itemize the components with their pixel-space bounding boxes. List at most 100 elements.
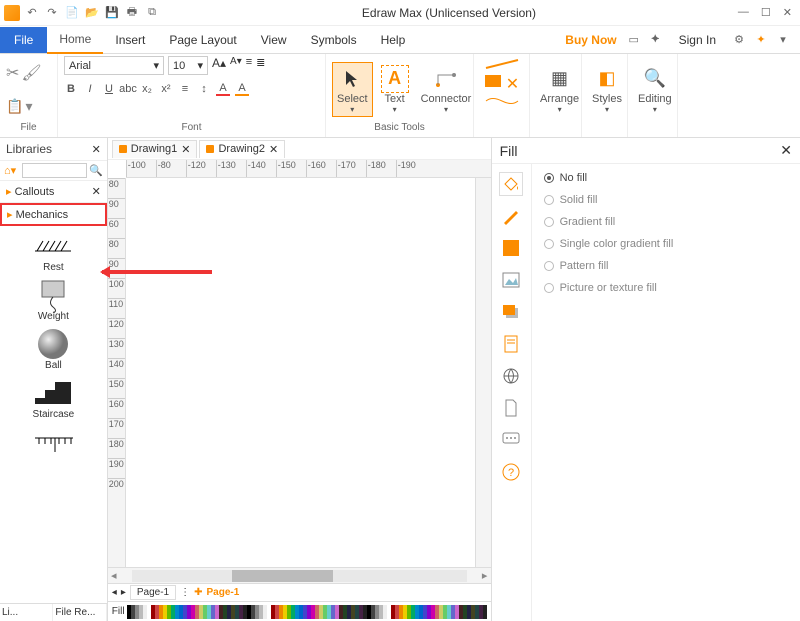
- fill-bucket-icon[interactable]: [499, 172, 523, 196]
- fill-option-gradient-fill[interactable]: Gradient fill: [544, 216, 788, 228]
- font-selector[interactable]: Arial▾: [64, 56, 164, 75]
- solid-square-icon[interactable]: [499, 236, 523, 260]
- shape-rest[interactable]: Rest: [33, 232, 73, 273]
- more-shapes-icon[interactable]: ✕: [506, 74, 519, 94]
- arrange-button[interactable]: ▦Arrange▾: [536, 63, 583, 116]
- bottom-tab-libraries[interactable]: Li...: [0, 604, 53, 621]
- help-icon[interactable]: ?: [499, 460, 523, 484]
- preview-icon[interactable]: ⧉: [144, 5, 160, 21]
- globe-icon[interactable]: [499, 364, 523, 388]
- maximize-icon[interactable]: ☐: [761, 6, 771, 19]
- menu-home[interactable]: Home: [47, 26, 103, 54]
- app-icon[interactable]: ✦: [752, 31, 770, 49]
- category-close-icon[interactable]: ✕: [92, 185, 101, 198]
- card-icon[interactable]: ▭: [625, 31, 643, 49]
- page-name-label: Page-1: [207, 587, 240, 598]
- shape-staircase[interactable]: Staircase: [33, 379, 75, 420]
- minimize-icon[interactable]: —: [738, 6, 749, 19]
- page-icon[interactable]: [499, 396, 523, 420]
- grow-font-icon[interactable]: A▴: [212, 56, 226, 75]
- editing-button[interactable]: 🔍Editing▾: [634, 63, 676, 116]
- copy-icon[interactable]: 📋: [6, 98, 23, 115]
- fill-option-single-color-gradient-fill[interactable]: Single color gradient fill: [544, 238, 788, 250]
- library-search-input[interactable]: [22, 163, 87, 178]
- tab-close-icon[interactable]: ✕: [269, 143, 278, 156]
- vertical-scrollbar[interactable]: [475, 178, 491, 567]
- page-nav-next-icon[interactable]: ▸: [121, 587, 126, 598]
- page-tab[interactable]: Page-1: [130, 585, 176, 600]
- menu-symbols[interactable]: Symbols: [299, 27, 369, 53]
- menu-insert[interactable]: Insert: [103, 27, 157, 53]
- connector-tool-button[interactable]: Connector▾: [417, 63, 476, 116]
- brace-shape-icon[interactable]: [482, 96, 522, 106]
- file-menu[interactable]: File: [0, 27, 47, 53]
- fill-option-no-fill[interactable]: No fill: [544, 172, 788, 184]
- fill-option-solid-fill[interactable]: Solid fill: [544, 194, 788, 206]
- line-shape-icon[interactable]: [482, 56, 522, 72]
- underline-icon[interactable]: U: [102, 82, 116, 96]
- add-page-icon[interactable]: ✚: [194, 587, 202, 598]
- bold-icon[interactable]: B: [64, 82, 78, 96]
- buy-now-link[interactable]: Buy Now: [559, 29, 622, 51]
- print-icon[interactable]: 🖶: [124, 5, 140, 21]
- doc-tab-drawing2[interactable]: Drawing2✕: [199, 140, 285, 158]
- subscript-icon[interactable]: x₂: [140, 82, 154, 96]
- menu-help[interactable]: Help: [369, 27, 418, 53]
- menu-view[interactable]: View: [249, 27, 299, 53]
- close-icon[interactable]: ✕: [783, 6, 792, 19]
- pen-icon[interactable]: [499, 204, 523, 228]
- fill-option-picture-or-texture-fill[interactable]: Picture or texture fill: [544, 282, 788, 294]
- rect-shape-icon[interactable]: [484, 74, 502, 88]
- search-icon[interactable]: 🔍: [89, 164, 103, 177]
- sign-in-link[interactable]: Sign In: [667, 27, 728, 53]
- comment-icon[interactable]: [499, 428, 523, 452]
- shape-ball[interactable]: Ball: [33, 330, 73, 371]
- superscript-icon[interactable]: x²: [159, 82, 173, 96]
- text-tool-button[interactable]: A Text▾: [377, 63, 413, 116]
- font-size-selector[interactable]: 10▾: [168, 56, 208, 75]
- spacing-icon[interactable]: ↕: [197, 82, 211, 96]
- undo-icon[interactable]: ↶: [24, 5, 40, 21]
- font-color-icon[interactable]: A: [216, 82, 230, 96]
- bottom-tab-file-recovery[interactable]: File Re...: [53, 604, 106, 621]
- shape-weight[interactable]: Weight: [33, 281, 73, 322]
- document-icon[interactable]: [499, 332, 523, 356]
- shrink-font-icon[interactable]: A▾: [230, 56, 242, 75]
- select-tool-button[interactable]: Select▾: [332, 62, 373, 117]
- open-icon[interactable]: 📂: [84, 5, 100, 21]
- bullet-icon[interactable]: ≡: [178, 82, 192, 96]
- page-menu-icon[interactable]: ⋮: [180, 587, 190, 598]
- new-icon[interactable]: 📄: [64, 5, 80, 21]
- picture-icon[interactable]: [499, 268, 523, 292]
- highlight-icon[interactable]: A: [235, 82, 249, 96]
- drawing-canvas[interactable]: [126, 178, 475, 567]
- library-category-mechanics[interactable]: ▸ Mechanics: [0, 203, 107, 226]
- paste-icon[interactable]: ✂: [6, 63, 19, 83]
- format-painter-icon[interactable]: 🖌: [21, 63, 41, 83]
- library-category-callouts[interactable]: ▸ Callouts ✕: [0, 181, 107, 203]
- horizontal-scrollbar[interactable]: ◂▸: [108, 567, 491, 583]
- save-icon[interactable]: 💾: [104, 5, 120, 21]
- tab-close-icon[interactable]: ✕: [181, 143, 190, 156]
- menu-page-layout[interactable]: Page Layout: [157, 27, 248, 53]
- styles-button[interactable]: ◧Styles▾: [588, 63, 626, 116]
- color-swatches[interactable]: [127, 605, 487, 619]
- align-left-icon[interactable]: ≡: [246, 56, 252, 75]
- redo-icon[interactable]: ↷: [44, 5, 60, 21]
- doc-tab-drawing1[interactable]: Drawing1✕: [112, 140, 198, 158]
- share-icon[interactable]: ⯌: [647, 31, 665, 49]
- cut-icon[interactable]: ▾: [25, 98, 32, 115]
- home-icon[interactable]: ⌂▾: [4, 164, 20, 178]
- align-center-icon[interactable]: ≣: [256, 56, 265, 75]
- italic-icon[interactable]: I: [83, 82, 97, 96]
- dropdown-icon[interactable]: ▾: [774, 31, 792, 49]
- strike-icon[interactable]: abc: [121, 82, 135, 96]
- fill-panel-close-icon[interactable]: ✕: [780, 142, 792, 159]
- page-nav-prev-icon[interactable]: ◂: [112, 587, 117, 598]
- fill-option-pattern-fill[interactable]: Pattern fill: [544, 260, 788, 272]
- annotation-arrow: [102, 270, 212, 274]
- libraries-close-icon[interactable]: ✕: [92, 143, 101, 156]
- shape-antenna[interactable]: [33, 428, 73, 456]
- gear-icon[interactable]: ⚙: [730, 31, 748, 49]
- shadow-icon[interactable]: [499, 300, 523, 324]
